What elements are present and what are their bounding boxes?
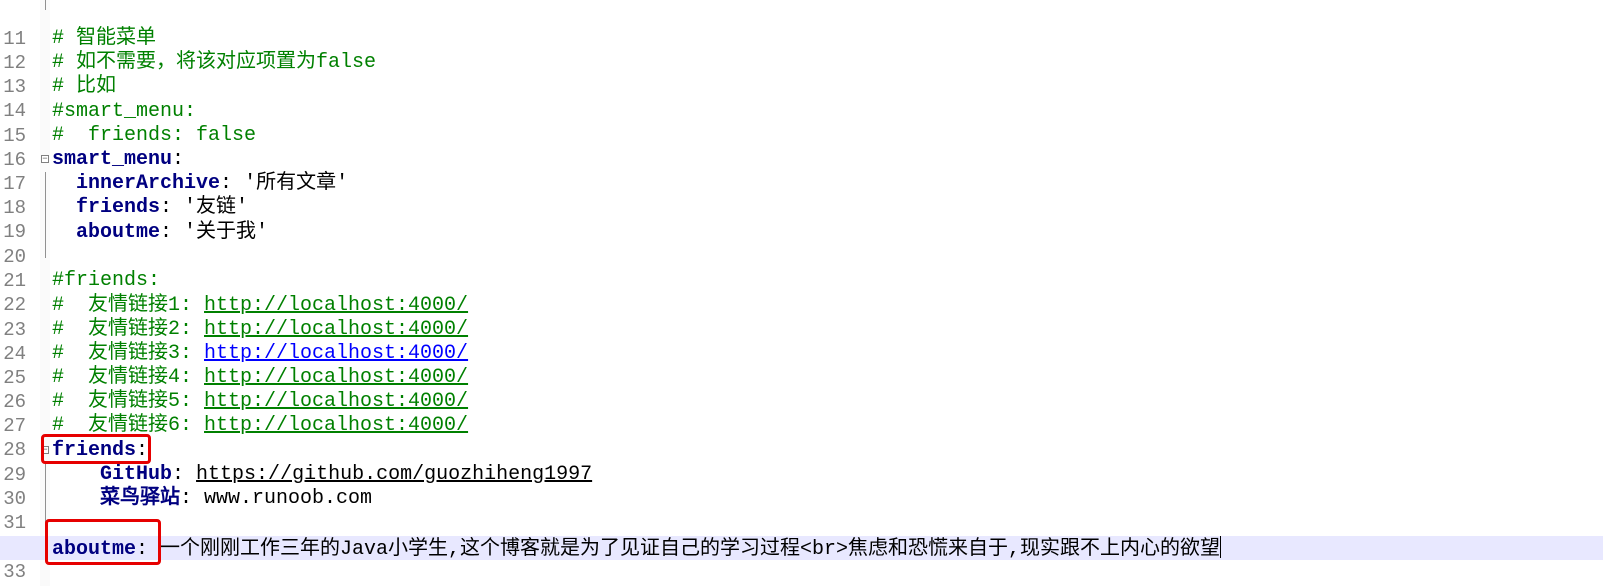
yaml-value: www.runoob.com bbox=[204, 487, 373, 510]
yaml-key: GitHub bbox=[100, 463, 173, 486]
comment-text: # 比如 bbox=[52, 75, 117, 98]
yaml-separator: : bbox=[172, 148, 185, 171]
yaml-key: 菜鸟驿站 bbox=[100, 487, 181, 510]
comment-text: # 如不需要，将该对应项置为false bbox=[52, 51, 377, 74]
yaml-value: '所有文章' bbox=[244, 172, 349, 195]
comment-link[interactable]: http://localhost:4000/ bbox=[204, 366, 468, 389]
code-line[interactable]: 29 friends: bbox=[0, 439, 1603, 486]
highlight-box-aboutme bbox=[45, 519, 161, 565]
text-caret bbox=[1220, 536, 1222, 558]
code-line[interactable]: 16 # friends: false bbox=[0, 124, 1603, 171]
code-line[interactable]: 30 GitHub: https://github.com/guozhiheng… bbox=[0, 463, 1603, 510]
code-line[interactable]: 18 innerArchive: '所有文章' bbox=[0, 172, 1603, 219]
comment-link[interactable]: http://localhost:4000/ bbox=[204, 318, 468, 341]
comment-link[interactable]: http://localhost:4000/ bbox=[204, 414, 468, 437]
code-line[interactable]: 12 # 智能菜单 bbox=[0, 27, 1603, 74]
yaml-key: smart_menu bbox=[52, 148, 173, 171]
comment-link-hovered[interactable]: http://localhost:4000/ bbox=[204, 342, 468, 365]
comment-text: #friends: bbox=[52, 269, 161, 292]
code-line[interactable]: 24 # 友情链接2: http://localhost:4000/ bbox=[0, 318, 1603, 365]
comment-text: # 智能菜单 bbox=[52, 27, 157, 50]
code-line[interactable]: 28 # 友情链接6: http://localhost:4000/ bbox=[0, 414, 1603, 461]
comment-text: # friends: false bbox=[52, 124, 257, 147]
code-line[interactable]: 22 #friends: bbox=[0, 269, 1603, 316]
comment-link[interactable]: http://localhost:4000/ bbox=[204, 390, 468, 413]
url-link[interactable]: https://github.com/guozhiheng1997 bbox=[196, 463, 592, 486]
code-line[interactable]: 13 # 如不需要，将该对应项置为false bbox=[0, 51, 1603, 98]
code-line[interactable]: 31 菜鸟驿站: www.runoob.com bbox=[0, 487, 1603, 534]
yaml-key: friends bbox=[76, 196, 161, 219]
line-number: 33 bbox=[3, 561, 26, 583]
code-editor[interactable]: 11 12 # 智能菜单 13 # 如不需要，将该对应项置为false 14 #… bbox=[0, 0, 1603, 586]
code-line[interactable]: 11 bbox=[0, 3, 1603, 50]
yaml-key: aboutme bbox=[76, 221, 161, 244]
yaml-value: 一个刚刚工作三年的Java小学生,这个博客就是为了见证自己的学习过程<br>焦虑… bbox=[160, 538, 1221, 561]
highlight-box-friends bbox=[41, 434, 151, 464]
code-line[interactable]: 25 # 友情链接3: http://localhost:4000/ bbox=[0, 342, 1603, 389]
yaml-value: '关于我' bbox=[184, 221, 269, 244]
code-line[interactable]: 32 bbox=[0, 511, 1603, 558]
yaml-separator: : bbox=[160, 196, 185, 219]
comment-text: # 友情链接3: bbox=[52, 342, 205, 365]
yaml-separator: : bbox=[220, 172, 245, 195]
yaml-separator: : bbox=[180, 487, 205, 510]
comment-link[interactable]: http://localhost:4000/ bbox=[204, 294, 468, 317]
code-line[interactable]: 20 aboutme: '关于我' bbox=[0, 221, 1603, 268]
code-line[interactable]: 19 friends: '友链' bbox=[0, 196, 1603, 243]
comment-text: # 友情链接4: bbox=[52, 366, 205, 389]
fold-toggle-icon[interactable] bbox=[41, 155, 49, 163]
comment-text: # 友情链接1: bbox=[52, 294, 205, 317]
code-line[interactable]: 14 # 比如 bbox=[0, 75, 1603, 122]
comment-text: # 友情链接5: bbox=[52, 390, 205, 413]
code-line[interactable]: 26 # 友情链接4: http://localhost:4000/ bbox=[0, 366, 1603, 413]
comment-text: # 友情链接2: bbox=[52, 318, 205, 341]
code-line[interactable]: 27 # 友情链接5: http://localhost:4000/ bbox=[0, 390, 1603, 437]
yaml-separator: : bbox=[172, 463, 197, 486]
code-line[interactable]: 23 # 友情链接1: http://localhost:4000/ bbox=[0, 294, 1603, 341]
yaml-separator: : bbox=[160, 221, 185, 244]
comment-text: #smart_menu: bbox=[52, 100, 197, 123]
code-line[interactable]: 17 smart_menu: bbox=[0, 148, 1603, 195]
code-line-current[interactable]: 33 aboutme: 一个刚刚工作三年的Java小学生,这个博客就是为了见证自… bbox=[0, 536, 1603, 583]
yaml-key: innerArchive bbox=[76, 172, 221, 195]
code-line[interactable]: 21 bbox=[0, 245, 1603, 292]
yaml-value: '友链' bbox=[184, 196, 249, 219]
code-line[interactable]: 15 #smart_menu: bbox=[0, 100, 1603, 147]
